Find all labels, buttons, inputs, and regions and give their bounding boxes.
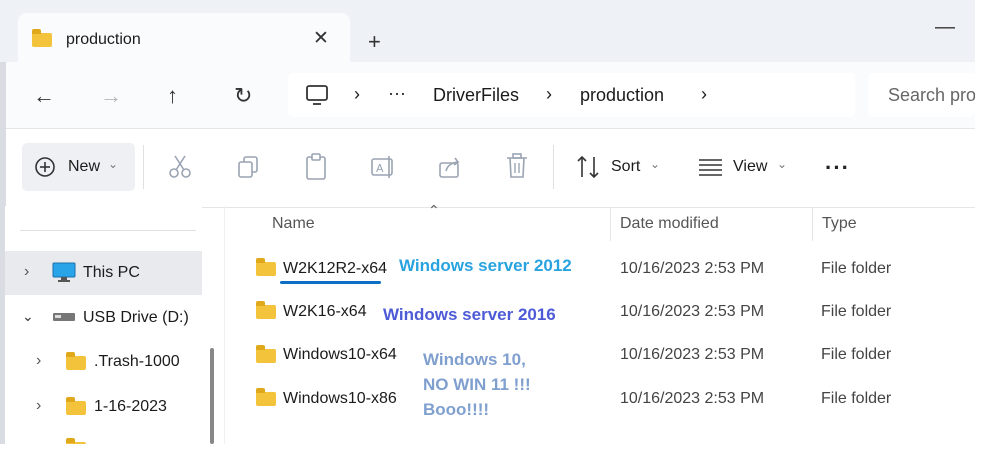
view-list-icon[interactable]	[698, 157, 724, 177]
sidebar-item-label[interactable]: USB Drive (D:)	[83, 309, 189, 327]
folder-icon	[256, 301, 276, 319]
annotation-text: Booo!!!!	[423, 400, 490, 419]
file-date: 10/16/2023 2:53 PM	[620, 260, 765, 277]
rename-icon[interactable]: A	[370, 154, 396, 180]
new-button[interactable]: New ⌄	[22, 143, 135, 191]
file-name[interactable]: W2K16-x64	[283, 303, 367, 321]
separator	[553, 145, 554, 189]
new-button-label: New	[68, 158, 101, 175]
close-tab-icon[interactable]: ✕	[313, 27, 329, 50]
new-tab-icon[interactable]: +	[368, 29, 381, 55]
file-type: File folder	[821, 260, 892, 277]
column-header-name[interactable]: Name	[272, 215, 315, 233]
annotation-text: Windows 10,	[423, 350, 526, 369]
sidebar-item-label[interactable]: 1-16-2023	[94, 398, 167, 416]
this-pc-icon	[52, 262, 76, 282]
sort-icon[interactable]	[576, 155, 602, 179]
file-name[interactable]: W2K12R2-x64	[283, 260, 387, 278]
chevron-right-icon[interactable]: ›	[701, 84, 707, 105]
up-arrow-icon[interactable]: ↑	[167, 83, 178, 109]
search-placeholder: Search pro	[888, 85, 975, 105]
folder-icon	[66, 352, 86, 370]
file-type: File folder	[821, 390, 892, 407]
folder-icon	[32, 29, 52, 47]
usb-drive-icon	[53, 313, 75, 321]
annotation-text: Windows server 2016	[383, 305, 556, 324]
sidebar-item-label[interactable]: .Trash-1000	[94, 353, 180, 371]
file-date: 10/16/2023 2:53 PM	[620, 346, 765, 363]
column-header-type[interactable]: Type	[822, 215, 857, 233]
add-circle-icon	[35, 157, 55, 177]
column-separator[interactable]	[812, 207, 813, 241]
separator	[143, 145, 144, 189]
delete-icon[interactable]	[505, 153, 529, 179]
file-type: File folder	[821, 346, 892, 363]
divider	[20, 230, 196, 231]
folder-icon	[256, 345, 276, 363]
background	[0, 444, 975, 467]
pane-divider[interactable]	[224, 206, 225, 444]
file-type: File folder	[821, 303, 892, 320]
scrollbar[interactable]	[210, 348, 214, 444]
folder-icon	[256, 258, 276, 276]
share-icon[interactable]	[438, 155, 464, 179]
column-separator[interactable]	[610, 207, 611, 241]
annotation-text: NO WIN 11 !!!	[423, 375, 531, 394]
address-bar[interactable]: › ··· DriverFiles › production ›	[288, 73, 855, 117]
minimize-icon[interactable]: —	[935, 16, 955, 39]
tab-title: production	[66, 31, 141, 48]
chevron-down-icon[interactable]: ⌄	[22, 308, 34, 325]
view-button-label[interactable]: View	[733, 158, 767, 176]
chevron-down-icon: ⌄	[650, 157, 661, 171]
file-date: 10/16/2023 2:53 PM	[620, 303, 765, 320]
back-arrow-icon[interactable]: ←	[33, 83, 55, 109]
cut-icon[interactable]	[168, 154, 192, 180]
file-date: 10/16/2023 2:53 PM	[620, 390, 765, 407]
breadcrumb-ellipsis[interactable]: ···	[388, 83, 406, 104]
paste-icon[interactable]	[304, 153, 328, 181]
breadcrumb-production[interactable]: production	[580, 85, 664, 106]
forward-arrow-icon[interactable]: →	[100, 83, 122, 109]
annotation-underline	[280, 281, 381, 284]
folder-icon	[66, 397, 86, 415]
sort-button-label[interactable]: Sort	[611, 158, 640, 176]
chevron-right-icon: ›	[546, 84, 552, 104]
breadcrumb-driverfiles[interactable]: DriverFiles	[433, 85, 519, 106]
background	[975, 0, 1006, 467]
sort-ascending-icon: ⌃	[428, 202, 440, 218]
annotation-text: Windows server 2012	[399, 256, 572, 275]
svg-text:A: A	[376, 162, 384, 175]
chevron-right-icon[interactable]: ›	[24, 263, 29, 281]
chevron-down-icon: ⌄	[108, 157, 119, 171]
monitor-icon	[306, 85, 328, 105]
sidebar-item-label: This PC	[83, 264, 140, 281]
chevron-right-icon[interactable]: ›	[36, 397, 41, 415]
refresh-icon[interactable]: ↻	[234, 83, 252, 109]
chevron-right-icon[interactable]: ›	[36, 352, 41, 370]
search-box[interactable]: Search pro	[868, 73, 975, 117]
chevron-right-icon: ›	[354, 84, 360, 104]
more-options-icon[interactable]: ···	[825, 155, 850, 181]
chevron-down-icon: ⌄	[777, 157, 788, 171]
file-name[interactable]: Windows10-x86	[283, 390, 397, 408]
file-name[interactable]: Windows10-x64	[283, 346, 397, 364]
folder-icon	[256, 388, 276, 406]
tab-production[interactable]: production ✕	[18, 13, 350, 63]
copy-icon[interactable]	[236, 155, 260, 179]
column-header-date[interactable]: Date modified	[620, 215, 719, 233]
